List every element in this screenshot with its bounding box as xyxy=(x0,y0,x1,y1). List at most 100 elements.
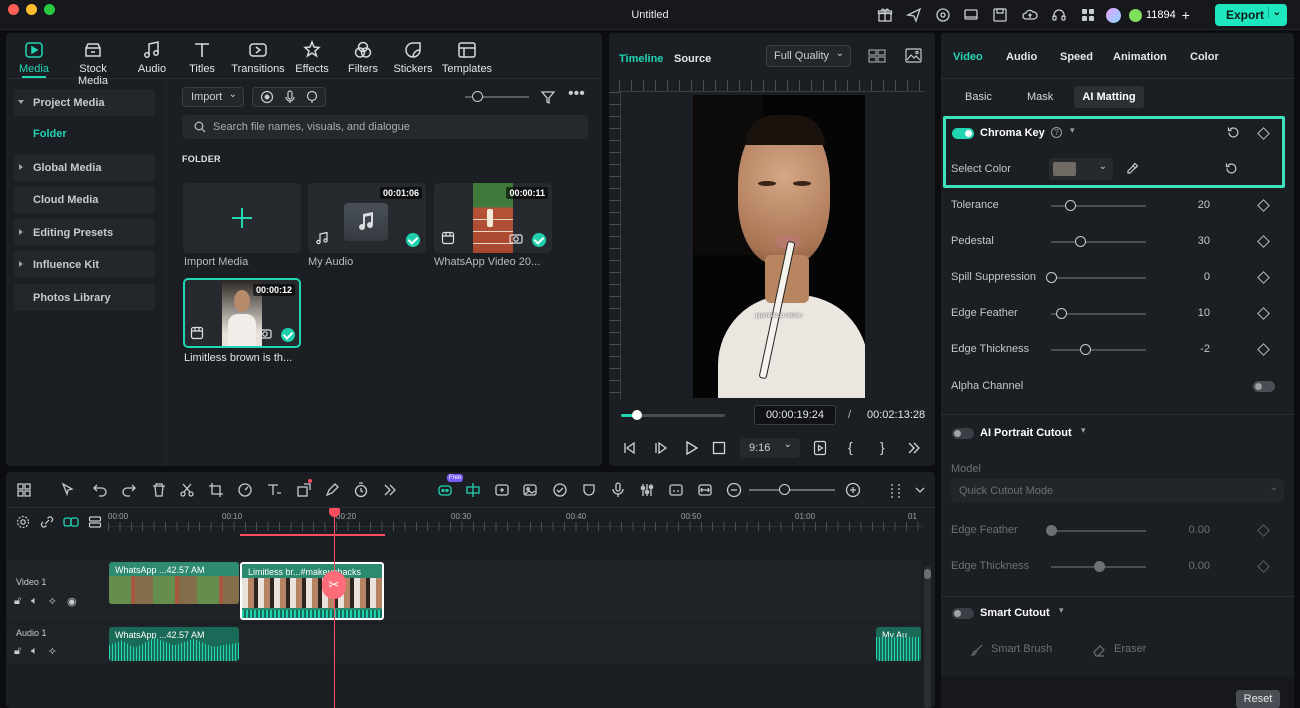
media-item-whatsapp-video[interactable]: 00:00:11 xyxy=(434,183,552,253)
param-value[interactable]: -2 xyxy=(1170,343,1210,355)
chevron-down-icon[interactable]: ▾ xyxy=(1070,125,1075,136)
chroma-key-toggle[interactable] xyxy=(952,128,974,139)
voiceover-icon[interactable] xyxy=(306,90,318,104)
audio-mixer-icon[interactable] xyxy=(639,482,655,498)
more-controls-icon[interactable] xyxy=(906,440,922,456)
multicam-icon[interactable] xyxy=(494,482,510,498)
sidebar-item-global-media[interactable]: Global Media xyxy=(14,154,155,181)
next-frame-icon[interactable] xyxy=(652,440,668,456)
timeline-zoom-slider[interactable] xyxy=(749,489,835,491)
previous-frame-icon[interactable] xyxy=(621,440,637,456)
layout-icon[interactable] xyxy=(16,482,32,498)
sidebar-item-influence-kit[interactable]: Influence Kit xyxy=(14,251,155,278)
mask-icon[interactable] xyxy=(581,482,597,498)
lock-icon[interactable]: 🔓︎ xyxy=(14,595,21,608)
lock-icon[interactable]: 🔓︎ xyxy=(14,645,21,658)
pen-icon[interactable] xyxy=(324,482,340,498)
tab-speed[interactable]: Speed xyxy=(1060,51,1093,63)
magic-icon[interactable]: ✧ xyxy=(48,645,57,658)
monitor-icon[interactable] xyxy=(963,7,979,23)
sidebar-item-editing-presets[interactable]: Editing Presets xyxy=(14,219,155,246)
track-manager-icon[interactable] xyxy=(88,515,102,529)
crop-icon[interactable] xyxy=(208,482,224,498)
playhead-line[interactable] xyxy=(334,512,335,708)
tab-titles[interactable]: Titles xyxy=(172,36,232,75)
grid-view-icon[interactable] xyxy=(868,49,886,63)
eye-icon[interactable]: ◉ xyxy=(67,595,77,608)
tab-stickers[interactable]: Stickers xyxy=(383,36,443,75)
zoom-out-icon[interactable] xyxy=(726,482,742,498)
search-input[interactable]: Search file names, visuals, and dialogue xyxy=(182,115,588,139)
timeline-zoom-knob[interactable] xyxy=(779,484,790,495)
magic-icon[interactable]: ✧ xyxy=(48,595,57,608)
audio-clip-whatsapp[interactable]: WhatsApp ...42.57 AM xyxy=(109,627,239,661)
chevron-down-icon[interactable]: ▾ xyxy=(1081,425,1086,436)
thumbnail-size-slider-knob[interactable] xyxy=(472,91,483,102)
filter-icon[interactable] xyxy=(540,89,556,105)
unlink-icon[interactable] xyxy=(40,515,54,529)
fit-icon[interactable] xyxy=(697,482,713,498)
smart-cutout-toggle[interactable] xyxy=(952,608,974,619)
video-clip-whatsapp[interactable]: WhatsApp ...42.57 AM xyxy=(109,562,239,604)
split-scissors-icon[interactable]: ✂ xyxy=(322,571,346,599)
param-slider-knob[interactable] xyxy=(1046,525,1057,536)
tab-video[interactable]: Video xyxy=(953,51,983,63)
more-options-icon[interactable]: ••• xyxy=(568,86,586,105)
smart-brush-label[interactable]: Smart Brush xyxy=(991,643,1052,655)
timeline-scrollbar[interactable] xyxy=(924,566,931,708)
delete-icon[interactable] xyxy=(151,482,167,498)
reset-chroma-icon[interactable] xyxy=(1227,126,1240,139)
subtitle-icon[interactable] xyxy=(668,482,684,498)
param-slider-knob[interactable] xyxy=(1093,561,1105,572)
param-slider[interactable] xyxy=(1051,241,1146,243)
video-clip-limitless[interactable]: Limitless br...#makeuphacks xyxy=(240,562,384,620)
avatar[interactable] xyxy=(1106,7,1121,23)
timer-icon[interactable] xyxy=(353,482,369,498)
send-icon[interactable] xyxy=(906,7,922,23)
reset-button[interactable]: Reset xyxy=(1236,690,1280,708)
microphone-icon[interactable] xyxy=(284,90,296,104)
subtab-ai-matting[interactable]: AI Matting xyxy=(1074,86,1144,108)
playback-progress-knob[interactable] xyxy=(631,410,642,420)
chevron-down-icon[interactable]: ⌄ xyxy=(1267,7,1281,18)
import-media-tile[interactable] xyxy=(183,183,301,253)
export-button[interactable]: Export ⌄ xyxy=(1215,4,1287,26)
audio-clip-my-audio[interactable]: My Au xyxy=(876,627,921,661)
help-icon[interactable]: ? xyxy=(1051,127,1062,138)
tab-templates[interactable]: Templates xyxy=(437,36,497,75)
ai-copilot-icon[interactable] xyxy=(437,482,453,498)
param-slider-knob[interactable] xyxy=(1055,308,1067,319)
select-pointer-icon[interactable] xyxy=(60,482,76,498)
cloud-upload-icon[interactable] xyxy=(1022,7,1038,23)
more-tools-icon[interactable] xyxy=(382,482,398,498)
param-slider[interactable] xyxy=(1051,530,1146,532)
speed-icon[interactable] xyxy=(237,482,253,498)
chevron-down-icon[interactable] xyxy=(912,482,928,498)
sidebar-item-folder[interactable]: Folder xyxy=(33,128,67,140)
param-value[interactable]: 0.00 xyxy=(1170,524,1210,536)
media-item-limitless-video[interactable]: 00:00:12 xyxy=(183,278,301,348)
sidebar-item-photos-library[interactable]: Photos Library xyxy=(14,284,155,311)
tab-animation[interactable]: Animation xyxy=(1113,51,1167,63)
volume-icon[interactable]: 🔈︎ xyxy=(31,645,38,658)
param-value[interactable]: 0 xyxy=(1170,271,1210,283)
model-dropdown[interactable]: Quick Cutout Mode ⌄ xyxy=(951,479,1284,502)
snap-icon[interactable] xyxy=(465,482,481,498)
crop-zoom-icon[interactable] xyxy=(296,482,312,498)
play-icon[interactable] xyxy=(683,440,699,456)
tab-audio[interactable]: Audio xyxy=(1006,51,1037,63)
mark-in-icon[interactable]: { xyxy=(848,439,853,455)
undo-icon[interactable] xyxy=(92,482,108,498)
current-time-field[interactable]: 00:00:19:24 xyxy=(754,405,836,425)
video-preview[interactable]: ppenteeoo ooboo xyxy=(693,95,865,398)
stabilize-icon[interactable] xyxy=(552,482,568,498)
eraser-label[interactable]: Eraser xyxy=(1114,643,1146,655)
select-color-dropdown[interactable]: ⌄ xyxy=(1049,158,1113,180)
sidebar-item-project-media[interactable]: Project Media xyxy=(14,89,155,116)
save-icon[interactable] xyxy=(992,7,1008,23)
param-value[interactable]: 30 xyxy=(1170,235,1210,247)
chevron-down-icon[interactable]: ▾ xyxy=(1059,605,1064,616)
redo-icon[interactable] xyxy=(121,482,137,498)
grid-apps-icon[interactable] xyxy=(1080,7,1096,23)
media-item-my-audio[interactable]: 00:01:06 xyxy=(308,183,426,253)
